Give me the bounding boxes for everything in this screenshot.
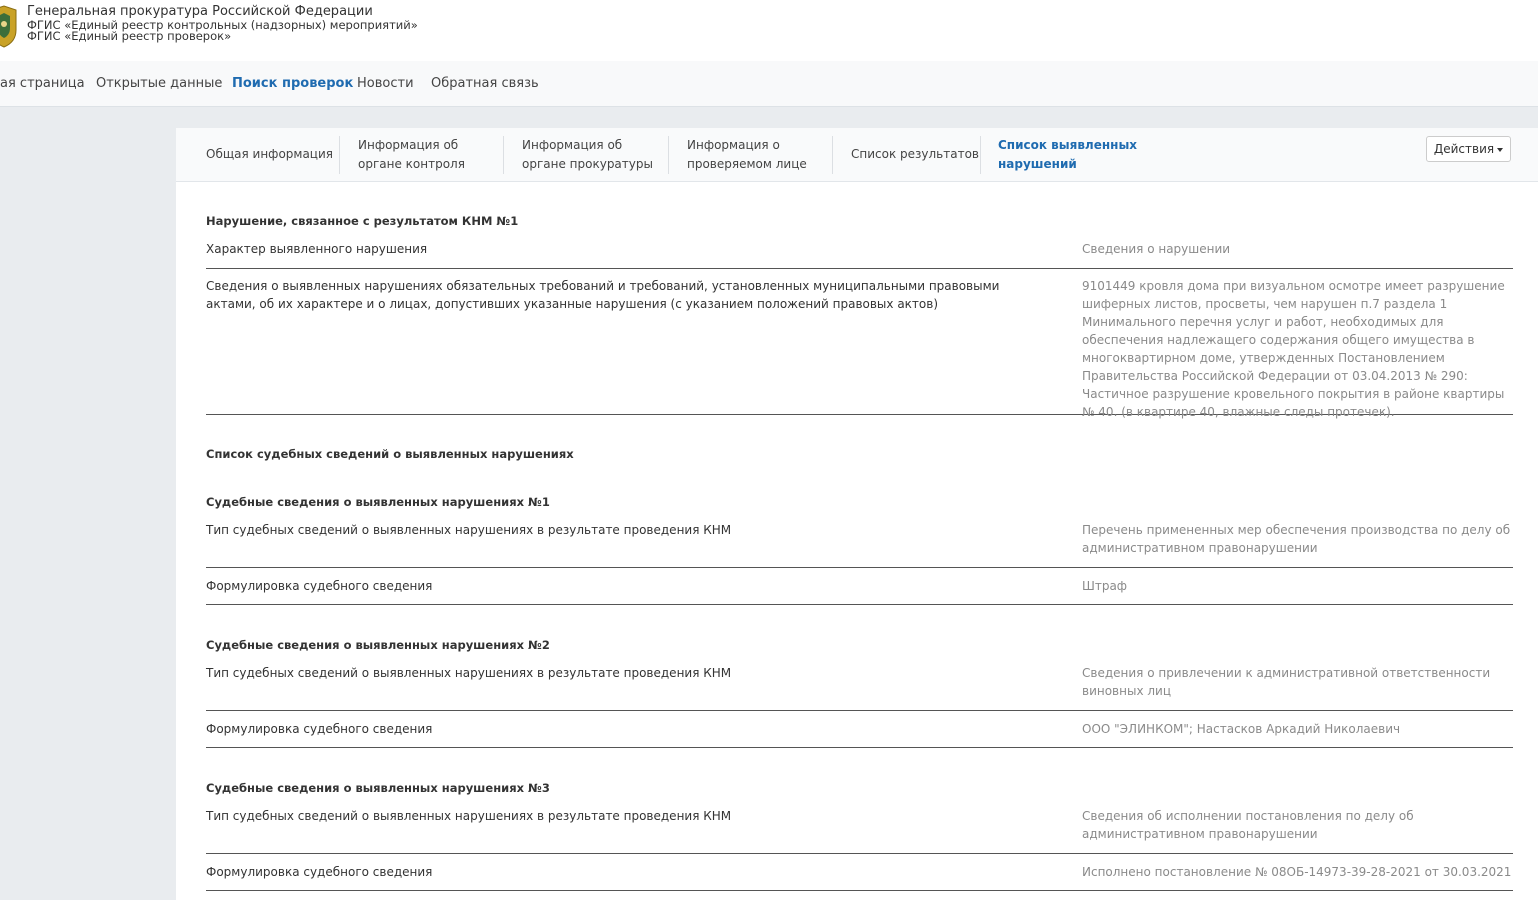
tab-general-info[interactable]: Общая информация xyxy=(206,145,333,164)
court-wording-row: Формулировка судебного сведения Штраф xyxy=(206,568,1513,605)
tab-bar: Общая информация Информация об органе ко… xyxy=(176,128,1538,182)
tab-prosecutor-body-line1: Информация об xyxy=(522,138,623,152)
tab-prosecutor-body-line2: органе прокуратуры xyxy=(522,157,653,171)
violation-nature-row: Характер выявленного нарушения Сведения … xyxy=(206,232,1513,269)
field-label: Формулировка судебного сведения xyxy=(206,865,433,879)
court-type-row: Тип судебных сведений о выявленных наруш… xyxy=(206,656,1513,711)
court-item-title: Судебные сведения о выявленных нарушения… xyxy=(206,781,550,795)
field-value: Штраф xyxy=(1082,579,1128,593)
court-list-title: Список судебных сведений о выявленных на… xyxy=(206,447,574,461)
field-value: Сведения о нарушении xyxy=(1082,242,1231,256)
field-value: Исполнено постановление № 08ОБ-14973-39-… xyxy=(1082,865,1512,879)
field-label: Тип судебных сведений о выявленных наруш… xyxy=(206,809,732,823)
court-item-title: Судебные сведения о выявленных нарушения… xyxy=(206,495,550,509)
tab-results-list-label: Список результатов xyxy=(851,147,979,161)
field-label: Формулировка судебного сведения xyxy=(206,579,433,593)
court-type-row: Тип судебных сведений о выявленных наруш… xyxy=(206,513,1513,568)
court-item-title: Судебные сведения о выявленных нарушения… xyxy=(206,638,550,652)
tab-control-body[interactable]: Информация об органе контроля xyxy=(358,136,465,174)
header-title: Генеральная прокуратура Российской Федер… xyxy=(27,4,373,19)
field-label: Характер выявленного нарушения xyxy=(206,242,428,256)
field-label: Тип судебных сведений о выявленных наруш… xyxy=(206,666,732,680)
violation-details-row: Сведения о выявленных нарушениях обязате… xyxy=(206,269,1513,419)
court-type-row: Тип судебных сведений о выявленных наруш… xyxy=(206,799,1513,854)
court-wording-row: Формулировка судебного сведения ООО "ЭЛИ… xyxy=(206,711,1513,748)
field-value: Перечень примененных мер обеспечения про… xyxy=(1082,523,1511,555)
nav-news[interactable]: Новости xyxy=(357,76,414,91)
tab-divider xyxy=(980,136,981,174)
main-panel: Общая информация Информация об органе ко… xyxy=(176,128,1538,900)
tab-control-body-line2: органе контроля xyxy=(358,157,465,171)
tab-inspected-entity[interactable]: Информация о проверяемом лице xyxy=(687,136,807,174)
court-wording-row: Формулировка судебного сведения Исполнен… xyxy=(206,854,1513,891)
tab-violations-list[interactable]: Список выявленных нарушений xyxy=(998,136,1137,174)
tab-prosecutor-body[interactable]: Информация об органе прокуратуры xyxy=(522,136,653,174)
field-label: Формулировка судебного сведения xyxy=(206,722,433,736)
nav-open-data[interactable]: Открытые данные xyxy=(96,76,222,91)
tab-violations-list-line1: Список выявленных xyxy=(998,138,1138,152)
tab-divider xyxy=(503,136,504,174)
tab-violations-list-line2: нарушений xyxy=(998,157,1077,171)
tab-inspected-entity-line1: Информация о xyxy=(687,138,780,152)
field-value: Сведения о привлечении к административно… xyxy=(1082,666,1491,698)
actions-label: Действия xyxy=(1433,142,1495,156)
actions-dropdown-button[interactable]: Действия xyxy=(1426,136,1511,162)
header-subtitle-proverki: ФГИС «Единый реестр проверок» xyxy=(27,29,232,43)
tab-control-body-line1: Информация об xyxy=(358,138,459,152)
field-value: Сведения об исполнении постановления по … xyxy=(1082,809,1414,841)
nav-feedback[interactable]: Обратная связь xyxy=(431,76,539,91)
site-header: Генеральная прокуратура Российской Федер… xyxy=(0,0,1538,61)
tab-inspected-entity-line2: проверяемом лице xyxy=(687,157,807,171)
tab-results-list[interactable]: Список результатов xyxy=(851,145,979,164)
field-value: 9101449 кровля дома при визуальном осмот… xyxy=(1082,279,1505,419)
top-nav: ая страница Открытые данные Поиск провер… xyxy=(0,61,1538,107)
tab-divider xyxy=(668,136,669,174)
coat-of-arms-icon xyxy=(0,5,17,48)
tab-divider xyxy=(339,136,340,174)
nav-home[interactable]: ая страница xyxy=(0,76,85,91)
violation-title: Нарушение, связанное с результатом КНМ №… xyxy=(206,214,519,228)
tab-general-info-label: Общая информация xyxy=(206,147,333,161)
caret-down-icon xyxy=(1497,147,1504,152)
field-label: Сведения о выявленных нарушениях обязате… xyxy=(206,279,1000,311)
tab-divider xyxy=(832,136,833,174)
nav-search-inspections[interactable]: Поиск проверок xyxy=(232,76,353,91)
field-value: ООО "ЭЛИНКОМ"; Настасков Аркадий Николае… xyxy=(1082,722,1401,736)
field-label: Тип судебных сведений о выявленных наруш… xyxy=(206,523,732,537)
